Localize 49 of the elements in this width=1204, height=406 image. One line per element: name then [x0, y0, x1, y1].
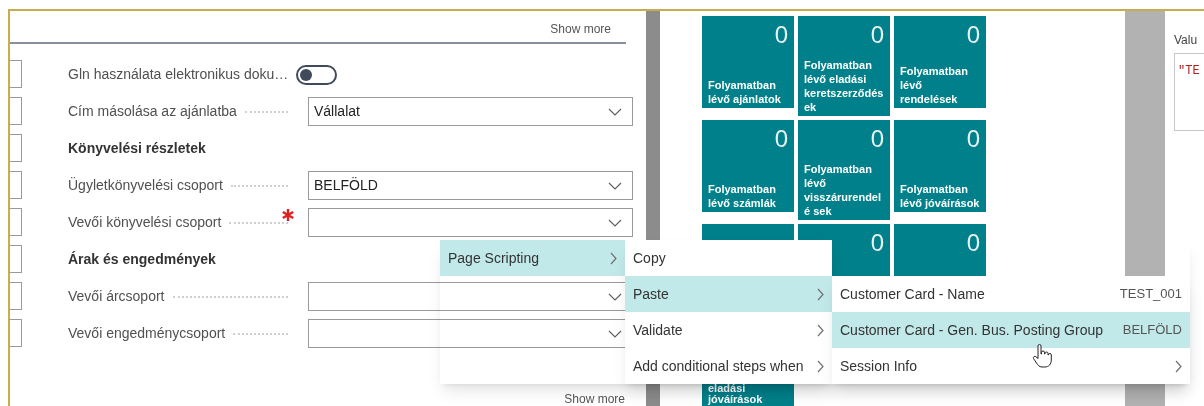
menu-item[interactable]: Session Info — [832, 348, 1190, 384]
tile[interactable]: 0 Folyamatban lévő jóváírások — [894, 120, 986, 212]
field-label: Gln használata elektronikus doku… — [68, 65, 289, 84]
chevron-right-icon — [817, 359, 824, 373]
menu-item[interactable]: Customer Card - Name TEST_001 — [832, 276, 1190, 312]
field-label: Valu — [1174, 32, 1199, 49]
chevron-down-icon — [608, 107, 622, 116]
tile[interactable]: 0 Folyamatban lévő eladási keretszerződés ek — [798, 16, 890, 116]
chevron-right-icon — [610, 251, 617, 265]
input-field[interactable] — [10, 97, 22, 125]
chevron-right-icon — [1175, 359, 1182, 373]
chevron-right-icon — [817, 287, 824, 301]
hand-cursor-icon — [1032, 344, 1052, 368]
toggle-switch[interactable] — [296, 64, 337, 85]
input-field[interactable] — [10, 134, 22, 162]
menu-item[interactable]: Customer Card - Gen. Bus. Posting Group BELFÖLD — [832, 312, 1190, 348]
menu-item[interactable]: Copy — [625, 240, 832, 276]
input-field[interactable] — [10, 282, 22, 310]
chevron-right-icon — [817, 323, 824, 337]
show-more-link[interactable]: Show more — [550, 20, 611, 38]
section-heading: Könyvelési részletek — [68, 139, 206, 158]
input-field[interactable] — [10, 60, 22, 88]
tile[interactable]: 0 Folyamatban lévő ajánlatok — [702, 16, 794, 108]
chevron-down-icon — [608, 181, 622, 190]
input-field[interactable] — [10, 208, 22, 236]
tile[interactable]: 0 Folyamatban lévő számlák — [702, 120, 794, 212]
field-label: Cím másolása az ajánlatba — [68, 102, 237, 121]
field-label: Vevői engedménycsoport — [68, 324, 226, 343]
menu-item[interactable]: Paste — [625, 276, 832, 312]
field-label: Vevői könyvelési csoport — [68, 213, 222, 232]
menu-item[interactable]: Validate — [625, 312, 832, 348]
input-field[interactable] — [10, 245, 22, 273]
field-label: Vevői árcsoport — [68, 287, 165, 306]
value-field[interactable]: "TE — [1174, 53, 1204, 131]
input-field[interactable] — [10, 319, 22, 347]
dropdown-field[interactable] — [308, 208, 633, 237]
dropdown-field[interactable]: Vállalat — [308, 97, 633, 126]
show-more-link[interactable]: Show more — [564, 392, 625, 406]
chevron-down-icon — [608, 292, 622, 301]
menu-item[interactable]: Add conditional steps when — [625, 348, 832, 384]
chevron-down-icon — [608, 218, 622, 227]
tile[interactable]: 0 Folyamatban lévő rendelések — [894, 16, 986, 108]
tile[interactable]: 0 Folyamatban lévő visszárurendelé sek — [798, 120, 890, 220]
field-label: Ügyletkönyvelési csoport — [68, 176, 223, 195]
chevron-down-icon — [608, 329, 622, 338]
menu-item[interactable]: Page Scripting — [440, 240, 625, 276]
section-heading: Árak és engedmények — [68, 250, 216, 269]
dropdown-field[interactable]: BELFÖLD — [308, 171, 633, 200]
input-field[interactable] — [10, 171, 22, 199]
